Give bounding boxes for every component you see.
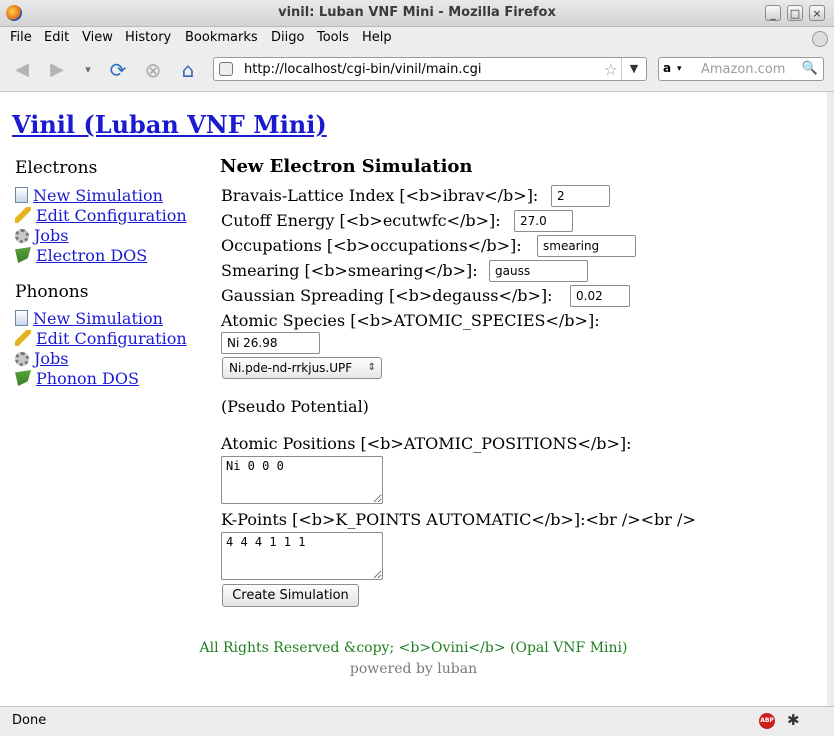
search-placeholder[interactable]: Amazon.com: [701, 62, 785, 77]
gear-icon: [15, 229, 29, 243]
flag-icon: [15, 247, 31, 263]
menu-help[interactable]: Help: [362, 30, 392, 45]
sidebar-item-electron-dos[interactable]: Electron DOS: [15, 246, 147, 265]
ecutwfc-label: Cutoff Energy [<b>ecutwfc</b>]:: [221, 211, 501, 230]
url-dropdown-icon[interactable]: ▼: [621, 58, 646, 80]
status-bar: Done ABP ✱: [0, 706, 834, 736]
document-icon: [15, 310, 28, 326]
sidebar-item-electron-new-simulation[interactable]: New Simulation: [15, 186, 163, 205]
atomic-positions-label: Atomic Positions [<b>ATOMIC_POSITIONS</b…: [221, 434, 632, 453]
browser-window: vinil: Luban VNF Mini - Mozilla Firefox …: [0, 0, 834, 736]
menu-diigo[interactable]: Diigo: [271, 30, 304, 45]
electrons-heading: Electrons: [15, 158, 98, 178]
page-content: Vinil (Luban VNF Mini) Electrons New Sim…: [0, 92, 827, 706]
menu-history[interactable]: History: [125, 30, 171, 45]
amazon-engine-icon[interactable]: a: [663, 61, 671, 75]
navigation-toolbar: ◀ ▶ ▾ ⟳ ⊗ ⌂ http://localhost/cgi-bin/vin…: [0, 49, 834, 92]
menu-bookmarks[interactable]: Bookmarks: [185, 30, 258, 45]
create-simulation-button[interactable]: Create Simulation: [222, 584, 359, 607]
back-icon[interactable]: ◀: [10, 58, 34, 82]
pseudo-potential-select[interactable]: Ni.pde-nd-rrkjus.UPF ⇕: [222, 357, 382, 379]
select-arrows-icon: ⇕: [367, 362, 376, 373]
ibrav-input[interactable]: [551, 185, 610, 207]
firebug-icon[interactable]: ✱: [787, 711, 800, 729]
menu-view[interactable]: View: [82, 30, 113, 45]
pseudo-potential-selected: Ni.pde-nd-rrkjus.UPF: [229, 361, 353, 375]
pencil-icon: [15, 330, 31, 346]
sidebar-item-phonon-new-simulation[interactable]: New Simulation: [15, 309, 163, 328]
history-dropdown-icon[interactable]: ▾: [76, 58, 100, 82]
sidebar-item-electron-jobs[interactable]: Jobs: [15, 226, 69, 245]
bookmark-star-icon[interactable]: ☆: [604, 60, 618, 79]
sidebar-item-phonon-edit-configuration[interactable]: Edit Configuration: [15, 329, 187, 348]
smearing-label: Smearing [<b>smearing</b>]:: [221, 261, 478, 280]
atomic-positions-textarea[interactable]: Ni 0 0 0: [221, 456, 383, 504]
smearing-input[interactable]: [489, 260, 588, 282]
vertical-scrollbar[interactable]: [827, 92, 834, 706]
forward-icon[interactable]: ▶: [45, 58, 69, 82]
kpoints-label: K-Points [<b>K_POINTS AUTOMATIC</b>]:<br…: [221, 510, 696, 529]
pseudo-potential-note: (Pseudo Potential): [221, 397, 369, 416]
maximize-button[interactable]: □: [787, 5, 803, 21]
search-bar[interactable]: a ▾ Amazon.com 🔍: [658, 57, 824, 81]
degauss-input[interactable]: [570, 285, 630, 307]
ibrav-label: Bravais-Lattice Index [<b>ibrav</b>]:: [221, 186, 539, 205]
title-bar: vinil: Luban VNF Mini - Mozilla Firefox …: [0, 0, 834, 27]
search-icon[interactable]: 🔍: [802, 61, 818, 76]
footer-powered-by: powered by luban: [349, 661, 478, 677]
document-icon: [15, 187, 28, 203]
footer-rights: All Rights Reserved &copy; <b>Ovini</b> …: [199, 640, 628, 656]
ecutwfc-input[interactable]: [514, 210, 573, 232]
form-title: New Electron Simulation: [220, 156, 473, 177]
pencil-icon: [15, 207, 31, 223]
sidebar-item-phonon-jobs[interactable]: Jobs: [15, 349, 69, 368]
menu-tools[interactable]: Tools: [317, 30, 349, 45]
url-bar[interactable]: http://localhost/cgi-bin/vinil/main.cgi …: [213, 57, 647, 81]
close-window-button[interactable]: ×: [809, 5, 825, 21]
phonons-heading: Phonons: [15, 282, 89, 302]
kpoints-textarea[interactable]: 4 4 4 1 1 1: [221, 532, 383, 580]
window-title: vinil: Luban VNF Mini - Mozilla Firefox: [278, 5, 556, 20]
sidebar-item-electron-edit-configuration[interactable]: Edit Configuration: [15, 206, 187, 225]
home-icon[interactable]: ⌂: [176, 58, 200, 82]
menu-bar: File Edit View History Bookmarks Diigo T…: [0, 27, 834, 49]
engine-dropdown-icon[interactable]: ▾: [677, 64, 682, 74]
adblock-icon[interactable]: ABP: [759, 713, 775, 729]
sidebar-item-phonon-dos[interactable]: Phonon DOS: [15, 369, 139, 388]
gear-icon: [15, 352, 29, 366]
atomic-species-input[interactable]: [221, 332, 320, 354]
url-text[interactable]: http://localhost/cgi-bin/vinil/main.cgi: [244, 62, 482, 77]
occupations-label: Occupations [<b>occupations</b>]:: [221, 236, 522, 255]
minimize-button[interactable]: _: [765, 5, 781, 21]
status-text: Done: [12, 713, 47, 728]
menu-activity-icon: [812, 31, 828, 47]
flag-icon: [15, 370, 31, 386]
page-title-link[interactable]: Vinil (Luban VNF Mini): [12, 110, 327, 139]
site-favicon-icon: [219, 62, 233, 76]
occupations-input[interactable]: [537, 235, 636, 257]
stop-icon[interactable]: ⊗: [141, 58, 165, 82]
menu-file[interactable]: File: [10, 30, 32, 45]
degauss-label: Gaussian Spreading [<b>degauss</b>]:: [221, 286, 553, 305]
menu-edit[interactable]: Edit: [44, 30, 69, 45]
reload-icon[interactable]: ⟳: [106, 58, 130, 82]
atomic-species-label: Atomic Species [<b>ATOMIC_SPECIES</b>]:: [221, 311, 600, 330]
